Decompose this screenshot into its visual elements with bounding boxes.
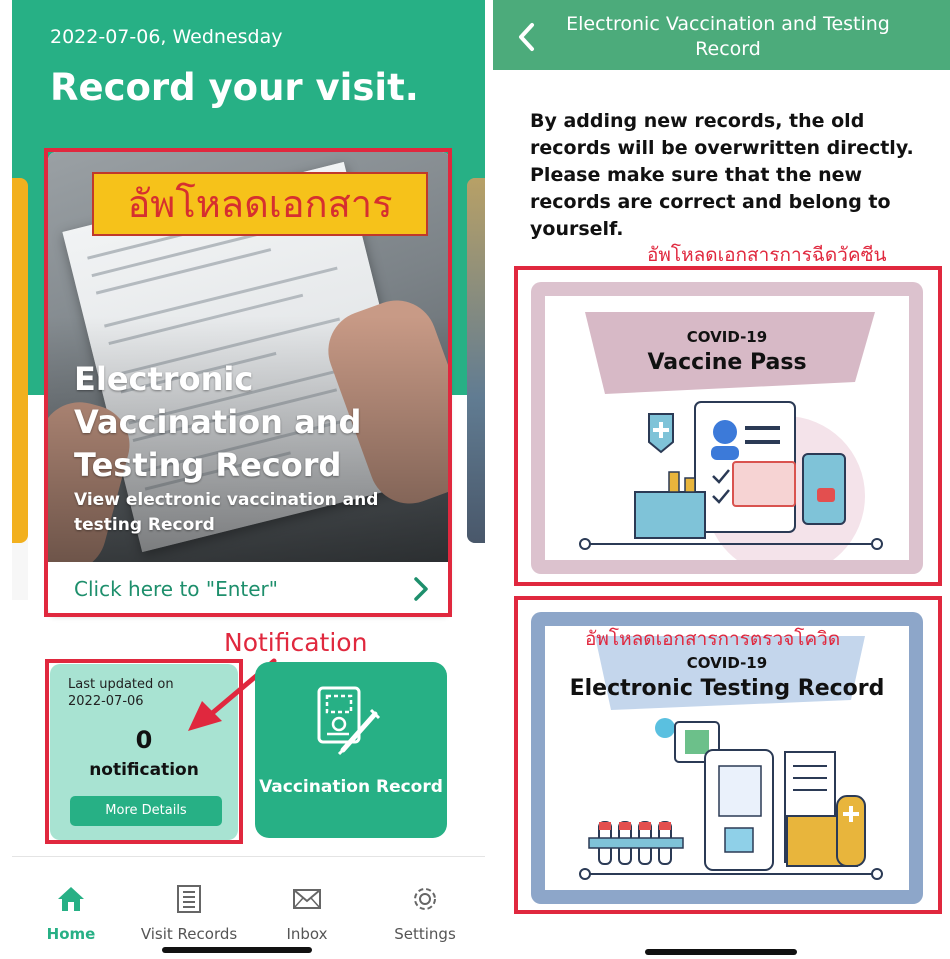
vaccination-record-card[interactable]: Vaccination Record [255,662,447,838]
current-date: 2022-07-06, Wednesday [50,26,283,48]
gear-icon [414,888,436,910]
notification-annotation: Notification [224,628,368,657]
mail-icon [293,889,321,909]
tab-inbox[interactable]: Inbox [248,885,366,945]
tab-settings-label: Settings [394,925,456,943]
home-indicator[interactable] [645,949,797,955]
back-chevron-icon[interactable] [517,22,537,52]
overwrite-warning: By adding new records, the old records w… [530,110,914,240]
carousel-card-next[interactable] [467,178,485,543]
tab-visit-records[interactable]: Visit Records [130,885,248,945]
page-title: Record your visit. [50,66,419,109]
annotation-frame-card [44,148,452,617]
tab-visit-records-label: Visit Records [140,925,238,943]
tab-home[interactable]: Home [12,885,130,945]
evtr-screen: Electronic Vaccination and Testing Recor… [493,0,950,959]
annotation-frame-vaccine-pass [514,266,942,586]
tab-inbox-label: Inbox [286,925,328,943]
header-title: Electronic Vaccination and Testing Recor… [566,13,890,60]
annotation-frame-testing-record [514,596,942,914]
list-icon [177,885,201,913]
tab-home-label: Home [46,925,96,943]
carousel-card-previous-edge[interactable] [12,178,28,543]
tab-settings[interactable]: Settings [366,885,484,945]
app-header: Electronic Vaccination and Testing Recor… [493,0,950,70]
home-screen: 2022-07-06, Wednesday Record your visit. [12,0,485,959]
vaccine-certificate-icon [317,686,381,756]
home-indicator[interactable] [162,947,312,953]
home-icon [58,887,84,911]
vaccination-record-label: Vaccination Record [259,777,443,797]
